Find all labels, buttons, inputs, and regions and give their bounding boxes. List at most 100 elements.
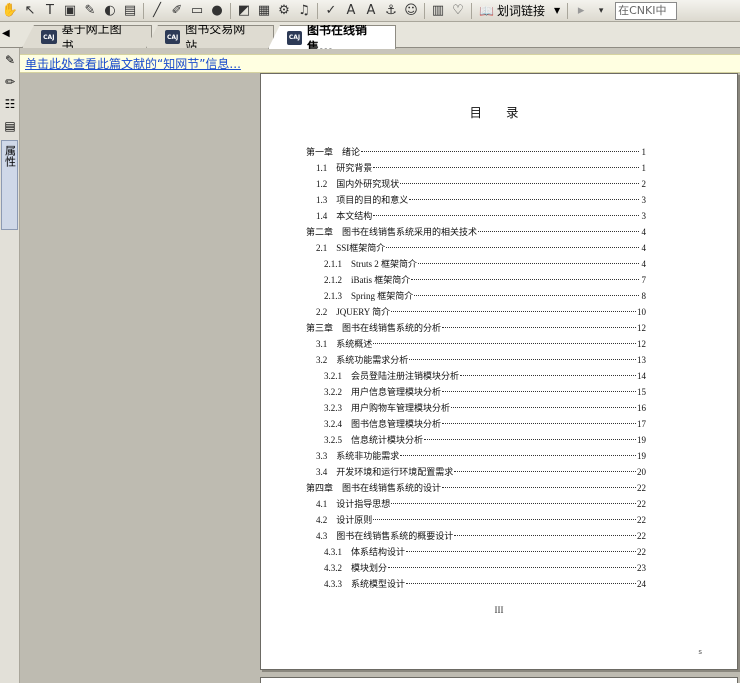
toc-entry[interactable]: 3.4 开发环境和运行环境配置需求 20	[306, 464, 646, 480]
toc-entry-page: 22	[637, 547, 646, 557]
image-icon[interactable]: ▦	[254, 1, 274, 21]
toc-entry-label: 3.2.1 会员登陆注册注销模块分析	[324, 371, 460, 381]
pen-icon[interactable]: ✐	[167, 1, 187, 21]
toc-entry-page: 13	[637, 355, 646, 365]
toc-entry-page: 22	[637, 531, 646, 541]
zoom-icon[interactable]: ✎	[80, 1, 100, 21]
toc-entry[interactable]: 3.2.2 用户信息管理模块分析 15	[306, 384, 646, 400]
font-icon[interactable]: A	[341, 1, 361, 21]
toc-entry[interactable]: 3.2.3 用户购物车管理模块分析 16	[306, 400, 646, 416]
toc-entry[interactable]: 4.2 设计原则 22	[306, 512, 646, 528]
document-page: 目 录 第一章 绪论 1 1.1 研究背景 1 1.2 国内外研究现状 2 1.3 项目的目…	[260, 73, 738, 670]
toc-entry[interactable]: 3.2.5 信息统计模块分析 19	[306, 432, 646, 448]
toc-entry[interactable]: 4.3.2 模块划分 23	[306, 560, 646, 576]
toc-leader-dots	[409, 199, 639, 200]
toc-entry[interactable]: 第二章 图书在线销售系统采用的相关技术 4	[306, 224, 646, 240]
toc-entry[interactable]: 2.1.1 Struts 2 框架简介 4	[306, 256, 646, 272]
toc-entry[interactable]: 3.3 系统非功能需求 19	[306, 448, 646, 464]
toc-entry[interactable]: 3.2.1 会员登陆注册注销模块分析 14	[306, 368, 646, 384]
toc-entry-page: 3	[641, 195, 647, 205]
toc-entry[interactable]: 第四章 图书在线销售系统的设计 22	[306, 480, 646, 496]
toolbar-separator	[143, 2, 144, 19]
toc-leader-dots	[373, 519, 636, 520]
anchor-icon[interactable]: ⚓	[381, 1, 401, 21]
toc-entry-label: 3.2.3 用户购物车管理模块分析	[324, 403, 451, 413]
tab-scroll-left-icon[interactable]: ◀	[2, 28, 10, 39]
chevron-down-icon[interactable]: ▼	[554, 6, 560, 15]
toc-entry[interactable]: 3.2.4 图书信息管理模块分析 17	[306, 416, 646, 432]
toc-entry[interactable]: 1.1 研究背景 1	[306, 160, 646, 176]
caj-file-icon: CAJ	[165, 30, 181, 44]
rectangle-icon[interactable]: ▭	[187, 1, 207, 21]
tab-document-1[interactable]: CAJ 基于网上图书...	[22, 25, 152, 48]
pencil-icon[interactable]: ╱	[147, 1, 167, 21]
scroll-down-icon[interactable]: ▾	[591, 1, 611, 21]
user-icon[interactable]: ☺	[401, 1, 421, 21]
select-arrow-icon[interactable]: ↖	[20, 1, 40, 21]
pencil-icon[interactable]: ✏	[1, 72, 19, 92]
toc-entry-label: 1.3 项目的目的和意义	[316, 195, 409, 205]
toc-entry-page: 15	[637, 387, 646, 397]
toc-entry[interactable]: 2.1.2 iBatis 框架简介 7	[306, 272, 646, 288]
toolbar-separator	[471, 2, 472, 19]
properties-icon[interactable]: ▤	[1, 116, 19, 136]
ellipse-icon[interactable]: ●	[207, 1, 227, 21]
font-color-icon[interactable]: A	[361, 1, 381, 21]
music-icon[interactable]: ♫	[294, 1, 314, 21]
bookmark-icon[interactable]: ▥	[428, 1, 448, 21]
toc-entry[interactable]: 1.3 项目的目的和意义 3	[306, 192, 646, 208]
toc-entry[interactable]: 3.1 系统概述 12	[306, 336, 646, 352]
toc-entry[interactable]: 1.4 本文结构 3	[306, 208, 646, 224]
highlight-icon[interactable]: ◐	[100, 1, 120, 21]
tab-document-2[interactable]: CAJ 图书交易网站...	[146, 25, 274, 48]
hand-icon[interactable]: ✋	[0, 1, 20, 21]
note-icon[interactable]: ▤	[120, 1, 140, 21]
gear-icon[interactable]: ⚙	[274, 1, 294, 21]
toc-entry[interactable]: 1.2 国内外研究现状 2	[306, 176, 646, 192]
toc-entry-page: 22	[637, 483, 646, 493]
toc-entry-label: 2.2 JQUERY 简介	[316, 307, 391, 317]
toc-entry-page: 1	[641, 147, 647, 157]
toc-entry[interactable]: 4.1 设计指导思想 22	[306, 496, 646, 512]
toc-leader-dots	[454, 471, 636, 472]
toc-entry[interactable]: 第三章 图书在线销售系统的分析 12	[306, 320, 646, 336]
stamp-icon[interactable]: ◩	[234, 1, 254, 21]
text-select-icon[interactable]: T	[40, 1, 60, 21]
toc-entry[interactable]: 3.2 系统功能需求分析 13	[306, 352, 646, 368]
toc-leader-dots	[406, 583, 636, 584]
toc-entry-page: 7	[641, 275, 647, 285]
word-link-button[interactable]: 📖 划词链接 ▼	[475, 1, 564, 21]
toc-entry[interactable]: 4.3 图书在线销售系统的概要设计 22	[306, 528, 646, 544]
snapshot-icon[interactable]: ▣	[60, 1, 80, 21]
toc-entry[interactable]: 2.2 JQUERY 简介 10	[306, 304, 646, 320]
next-page	[260, 677, 738, 683]
toc-entry-label: 4.3.1 体系结构设计	[324, 547, 406, 557]
toc-entry[interactable]: 4.3.3 系统模型设计 24	[306, 576, 646, 592]
left-side-panel: ✎ ✏ ☷ ▤ 属性	[0, 48, 20, 683]
cnki-search-input[interactable]: 在CNKI中	[615, 1, 678, 20]
toc-leader-dots	[391, 503, 636, 504]
document-view[interactable]: 目 录 第一章 绪论 1 1.1 研究背景 1 1.2 国内外研究现状 2 1.3 项目的目…	[20, 73, 740, 683]
toc-entry-page: 10	[637, 307, 646, 317]
toc-entry[interactable]: 第一章 绪论 1	[306, 144, 646, 160]
edit-note-icon[interactable]: ✎	[1, 50, 19, 70]
toc-entry[interactable]: 2.1 SSI框架简介 4	[306, 240, 646, 256]
tab-document-3-active[interactable]: CAJ 图书在线销售...	[268, 25, 396, 49]
toc-leader-dots	[373, 215, 639, 216]
toc-entry[interactable]: 4.3.1 体系结构设计 22	[306, 544, 646, 560]
outline-icon[interactable]: ☷	[1, 94, 19, 114]
toc-entry-label: 3.2.4 图书信息管理模块分析	[324, 419, 442, 429]
heart-icon[interactable]: ♡	[448, 1, 468, 21]
play-icon[interactable]: ▸	[571, 1, 591, 21]
toc-entry[interactable]: 2.1.3 Spring 框架简介 8	[306, 288, 646, 304]
knowledge-node-infobar[interactable]: 单击此处查看此篇文献的“知网节”信息...	[20, 54, 740, 73]
knowledge-node-link[interactable]: 单击此处查看此篇文献的“知网节”信息...	[25, 57, 241, 71]
toc-entry-label: 4.1 设计指导思想	[316, 499, 391, 509]
spellcheck-icon[interactable]: ✓	[321, 1, 341, 21]
properties-tab[interactable]: 属性	[1, 140, 18, 230]
toc-leader-dots	[386, 247, 639, 248]
toc-entry-page: 4	[641, 227, 647, 237]
toc-entry-label: 第三章 图书在线销售系统的分析	[306, 323, 442, 333]
properties-tab-label: 属性	[3, 145, 17, 167]
toc-entry-page: 1	[641, 163, 647, 173]
